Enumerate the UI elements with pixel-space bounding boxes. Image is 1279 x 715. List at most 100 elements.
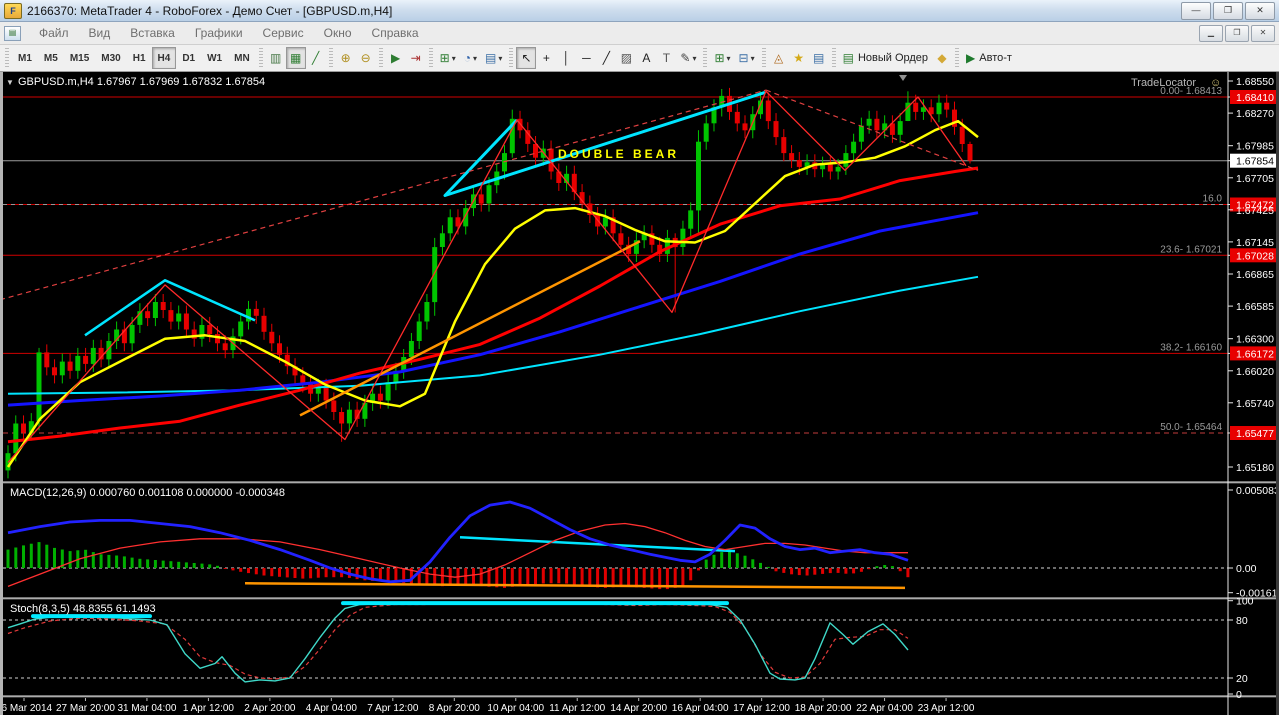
new-chart-button[interactable]: ⊞ ▾ — [436, 47, 460, 69]
timeframe-button-m30[interactable]: M30 — [95, 47, 126, 69]
symbols-button[interactable]: ◬ — [769, 47, 789, 69]
arrows-button[interactable]: ✎ ▾ — [676, 47, 700, 69]
arrows-icon: ✎ — [680, 51, 691, 65]
menu-item-1[interactable]: Вид — [79, 23, 121, 43]
deposit-button[interactable]: ◆ — [932, 47, 952, 69]
period-button[interactable]: ⊟ ▾ — [735, 47, 759, 69]
fibonacci-button[interactable]: ▨ — [616, 47, 636, 69]
vertical-line-button[interactable]: │ — [556, 47, 576, 69]
menu-item-0[interactable]: Файл — [29, 23, 79, 43]
svg-text:22 Apr 04:00: 22 Apr 04:00 — [856, 703, 913, 714]
toolbar-grip — [831, 48, 836, 68]
text-label-button[interactable]: T — [656, 47, 676, 69]
menu-item-4[interactable]: Сервис — [253, 23, 314, 43]
svg-text:1.68410: 1.68410 — [1236, 92, 1274, 104]
minimize-button[interactable]: — — [1181, 1, 1211, 20]
window-titlebar[interactable]: F 2166370: MetaTrader 4 - RoboForex - Де… — [0, 0, 1279, 22]
crosshair-button[interactable]: + — [536, 47, 556, 69]
mdi-minimize-button[interactable]: ▁ — [1199, 24, 1223, 42]
menu-item-3[interactable]: Графики — [185, 23, 253, 43]
chevron-down-icon: ▾ — [726, 53, 731, 63]
candlestick-chart-button[interactable]: ▦ — [285, 47, 306, 69]
svg-text:11 Apr 12:00: 11 Apr 12:00 — [549, 703, 605, 714]
svg-text:80: 80 — [1236, 615, 1248, 627]
window-title: 2166370: MetaTrader 4 - RoboForex - Демо… — [27, 3, 393, 18]
crosshair-icon: + — [542, 51, 550, 65]
chevron-down-icon: ▾ — [498, 53, 503, 63]
vertical-line-icon: │ — [562, 51, 571, 65]
toolbar: M1 M5 M15 M30 H1 H4 D1 W1 MN ▥ ▦ ╱ ⊕ ⊖ ▶ ⇥ ⊞ ▾ ◔ ▾ ▤ ▾ ↖ + │ ─ ╱ ▨ A… — [0, 45, 1279, 72]
stoch-header: Stoch(8,3,5) 48.8355 61.1493 — [10, 603, 156, 615]
line-chart-icon: ╱ — [312, 51, 320, 65]
timeframe-button-m15[interactable]: M15 — [64, 47, 95, 69]
text-button[interactable]: A — [636, 47, 656, 69]
autotrade-button[interactable]: ▶ Авто-т — [962, 47, 1016, 69]
toolbar-grip — [955, 48, 960, 68]
trendline-icon: ╱ — [602, 51, 610, 65]
svg-text:23 Apr 12:00: 23 Apr 12:00 — [918, 703, 975, 714]
chevron-down-icon: ▾ — [750, 53, 755, 63]
trendline-button[interactable]: ╱ — [596, 47, 616, 69]
menu-item-5[interactable]: Окно — [314, 23, 362, 43]
svg-text:100: 100 — [1236, 596, 1254, 608]
line-chart-button[interactable]: ╱ — [306, 47, 326, 69]
svg-text:1.65740: 1.65740 — [1236, 398, 1274, 410]
macd-header: MACD(12,26,9) 0.000760 0.001108 0.000000… — [10, 487, 285, 499]
svg-text:31 Mar 04:00: 31 Mar 04:00 — [117, 703, 176, 714]
indicators-button[interactable]: ⊞ ▾ — [710, 47, 734, 69]
svg-text:4 Apr 04:00: 4 Apr 04:00 — [306, 703, 358, 714]
data-window-button[interactable]: ▤ — [809, 47, 829, 69]
symbols-icon: ◬ — [773, 51, 784, 65]
svg-text:16 Apr 04:00: 16 Apr 04:00 — [672, 703, 729, 714]
zoom-out-button[interactable]: ⊖ — [356, 47, 376, 69]
zoom-in-button[interactable]: ⊕ — [336, 47, 356, 69]
toolbar-grip — [378, 48, 383, 68]
svg-text:1.67854: 1.67854 — [1236, 156, 1274, 168]
svg-text:1.66585: 1.66585 — [1236, 301, 1274, 313]
tradelocator-watermark: TradeLocator — [1131, 77, 1196, 89]
svg-text:1.66020: 1.66020 — [1236, 366, 1274, 378]
chart-shift-button[interactable]: ⇥ — [406, 47, 426, 69]
chart-shift-icon: ⇥ — [410, 51, 421, 65]
svg-text:7 Apr 12:00: 7 Apr 12:00 — [367, 703, 419, 714]
favorites-icon: ★ — [793, 51, 804, 65]
maximize-button[interactable]: ❐ — [1213, 1, 1243, 20]
chevron-down-icon: ▾ — [451, 53, 456, 63]
bar-chart-button[interactable]: ▥ — [266, 47, 286, 69]
autotrade-icon: ▶ — [966, 51, 976, 65]
indicators-icon: ⊞ — [714, 51, 725, 65]
svg-text:0.005083: 0.005083 — [1236, 485, 1279, 497]
auto-scroll-button[interactable]: ▶ — [386, 47, 406, 69]
auto-scroll-icon: ▶ — [391, 51, 401, 65]
menu-item-2[interactable]: Вставка — [120, 23, 185, 43]
svg-text:2 Apr 20:00: 2 Apr 20:00 — [244, 703, 296, 714]
cursor-icon: ↖ — [521, 51, 532, 65]
metatrader-app-icon: F — [4, 2, 22, 19]
horizontal-line-button[interactable]: ─ — [576, 47, 596, 69]
svg-text:16.0: 16.0 — [1203, 193, 1223, 204]
profiles-button[interactable]: ◔ ▾ — [460, 47, 481, 69]
chart-canvas[interactable]: 0.00- 1.6841316.023.6- 1.6702138.2- 1.66… — [0, 72, 1279, 715]
timeframe-button-w1[interactable]: W1 — [201, 47, 228, 69]
toolbar-grip — [761, 48, 766, 68]
cursor-button[interactable]: ↖ — [516, 47, 537, 69]
timeframe-button-h4[interactable]: H4 — [151, 47, 177, 69]
svg-text:1.67028: 1.67028 — [1236, 250, 1274, 262]
timeframe-button-m5[interactable]: M5 — [38, 47, 64, 69]
close-button[interactable]: ✕ — [1245, 1, 1275, 20]
profiles-icon: ◔ — [463, 51, 471, 65]
svg-text:1 Apr 12:00: 1 Apr 12:00 — [183, 703, 235, 714]
menu-item-6[interactable]: Справка — [362, 23, 429, 43]
svg-text:1.65180: 1.65180 — [1236, 462, 1274, 474]
templates-button[interactable]: ▤ ▾ — [481, 47, 506, 69]
svg-text:1.68270: 1.68270 — [1236, 108, 1274, 120]
new-order-button[interactable]: ▤ Новый Ордер — [839, 47, 932, 69]
timeframe-button-mn[interactable]: MN — [228, 47, 256, 69]
timeframe-button-h1[interactable]: H1 — [127, 47, 152, 69]
mdi-restore-button[interactable]: ❐ — [1225, 24, 1249, 42]
timeframe-button-d1[interactable]: D1 — [176, 47, 201, 69]
chart-area[interactable]: 0.00- 1.68413 16.0 23.6- 1.67021 38.2- 1.66… — [0, 72, 1279, 715]
mdi-close-button[interactable]: ✕ — [1251, 24, 1275, 42]
favorites-button[interactable]: ★ — [789, 47, 809, 69]
timeframe-button-m1[interactable]: M1 — [12, 47, 38, 69]
